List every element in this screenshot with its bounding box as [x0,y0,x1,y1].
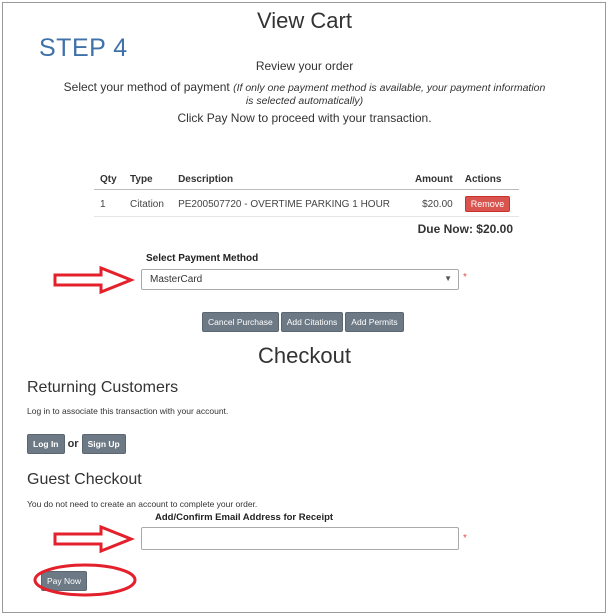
header-type: Type [124,170,173,190]
header-description: Description [172,170,407,190]
cancel-purchase-button[interactable]: Cancel Purchase [202,312,279,332]
row-actions: Remove [458,189,519,217]
or-text: or [67,438,79,450]
payment-method-select[interactable]: MasterCard ▼ [141,269,459,290]
email-input[interactable] [141,527,459,550]
payment-method-label: Select Payment Method [146,253,259,264]
returning-customers-text: Log in to associate this transaction wit… [27,406,229,416]
table-row: 1 Citation PE200507720 - OVERTIME PARKIN… [94,189,519,217]
pay-now-instruction: Click Pay Now to proceed with your trans… [177,111,432,125]
select-method-note-1: (If only one payment method is available… [233,82,546,94]
select-method-prefix: Select your method of payment [63,80,230,94]
annotation-arrow-email [53,525,135,553]
log-in-button[interactable]: Log In [27,434,65,454]
add-citations-button[interactable]: Add Citations [280,312,344,332]
review-order-text: Review your order [255,59,354,73]
header-actions: Actions [458,170,519,190]
guest-checkout-text: You do not need to create an account to … [27,499,258,509]
payment-method-value: MasterCard [150,274,203,285]
row-qty: 1 [94,189,125,217]
header-qty: Qty [94,170,125,190]
cart-table: Qty Type Description Amount Actions 1 Ci… [94,170,519,217]
checkout-title: Checkout [258,343,351,368]
returning-customers-heading: Returning Customers [27,379,179,396]
row-description: PE200507720 - OVERTIME PARKING 1 HOUR [172,189,407,217]
payment-required-mark: * [463,272,467,283]
row-type: Citation [124,189,173,217]
guest-checkout-heading: Guest Checkout [27,471,142,488]
annotation-oval-pay-now [33,563,137,597]
select-method-note-2: is selected automatically) [245,95,364,107]
header-amount: Amount [406,170,459,190]
login-row: Log In or Sign Up [27,434,126,454]
email-required-mark: * [463,533,467,544]
email-label: Add/Confirm Email Address for Receipt [155,512,334,523]
annotation-arrow-payment [53,266,135,294]
view-cart-title: View Cart [257,8,352,33]
due-now-total: Due Now: $20.00 [417,222,513,236]
dropdown-caret-icon: ▼ [444,274,452,283]
cart-action-buttons: Cancel Purchase Add Citations Add Permits [202,312,406,332]
sign-up-button[interactable]: Sign Up [81,434,126,454]
row-amount: $20.00 [406,189,459,217]
select-method-text: Select your method of payment (If only o… [0,80,609,94]
cart-header-row: Qty Type Description Amount Actions [94,170,519,190]
add-permits-button[interactable]: Add Permits [345,312,404,332]
remove-button[interactable]: Remove [464,196,511,212]
